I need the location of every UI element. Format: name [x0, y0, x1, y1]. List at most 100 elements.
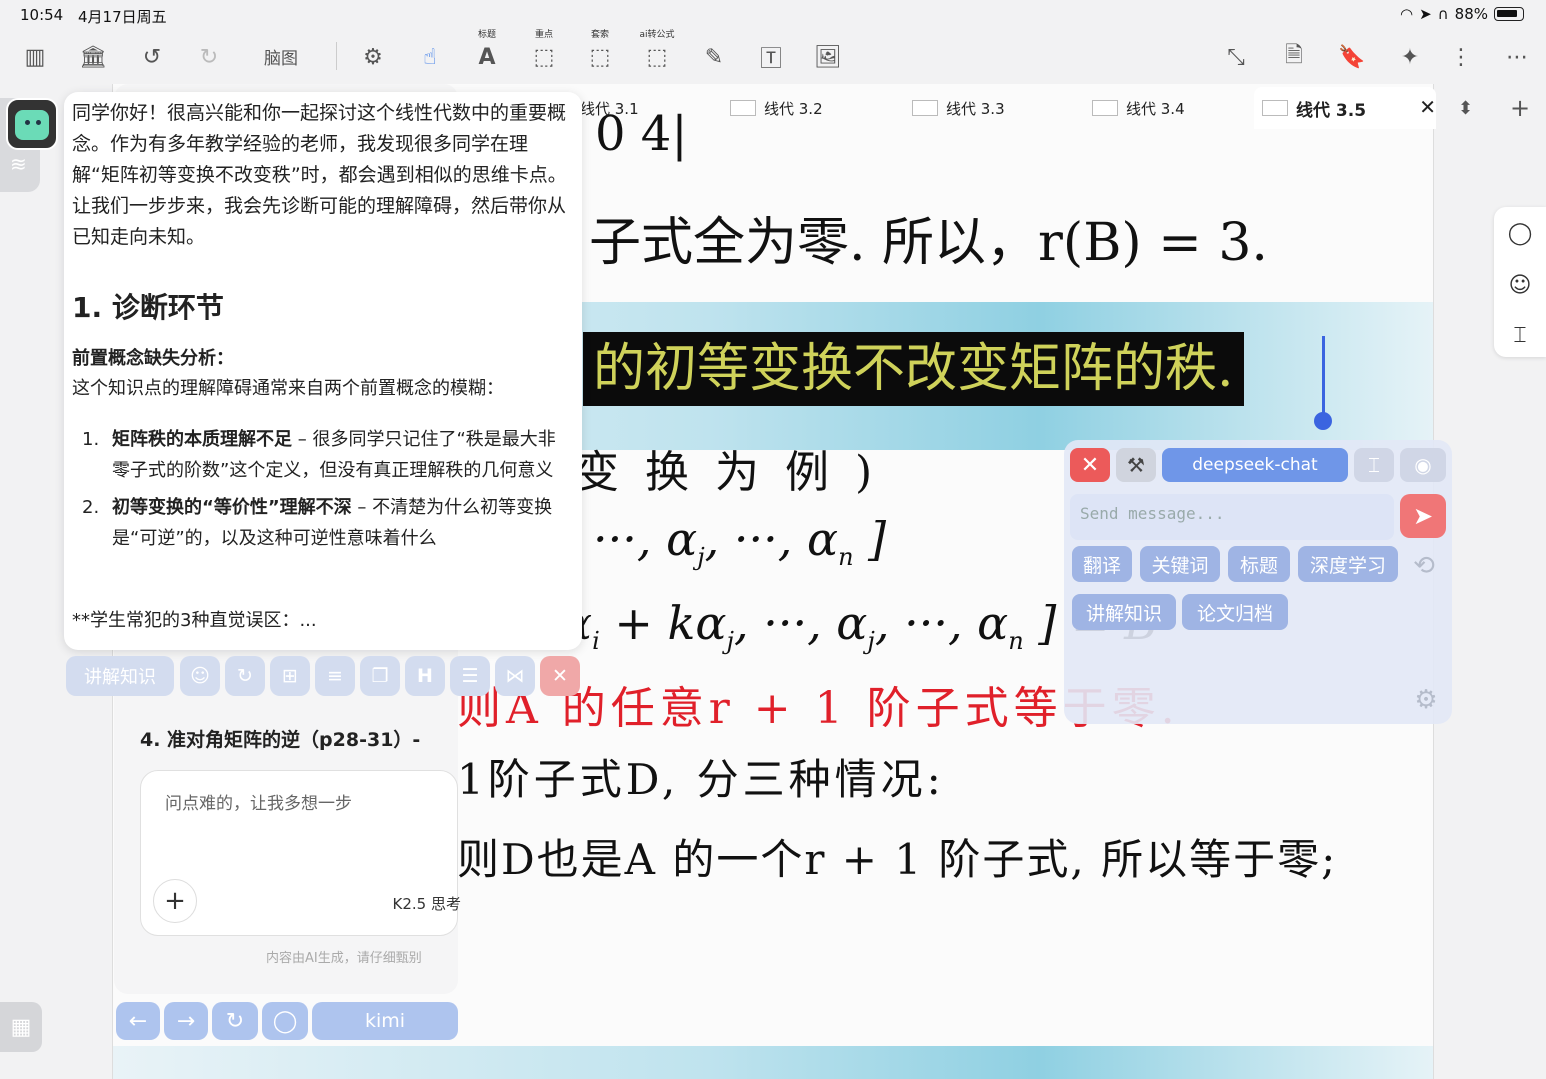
text-scan-icon[interactable]: ⌶ [1506, 321, 1534, 349]
tab-thumbnail [1262, 100, 1288, 116]
lasso-tool-caption: 套索 [590, 30, 610, 40]
eye-icon[interactable]: ◉ [1400, 448, 1446, 482]
mindmap-button[interactable]: 脑图 [264, 44, 298, 69]
answer-subtext: 这个知识点的理解障碍通常来自两个前置概念的模糊： [72, 378, 504, 399]
kimi-nav-bar: ← → ↻ ◯ kimi [114, 1002, 458, 1042]
message-input[interactable]: Send message... [1070, 494, 1394, 540]
chat-bubble-icon[interactable]: ☺ [180, 656, 220, 696]
copy-icon[interactable]: ❐ [360, 656, 400, 696]
toolbar-divider [336, 42, 337, 70]
kimi-input-box[interactable]: 问点难的，让我多想一步 + K2.5 思考 [140, 770, 461, 936]
home-circle-icon[interactable]: ◯ [262, 1002, 308, 1040]
kimi-model-selector[interactable]: K2.5 思考 [393, 893, 461, 914]
mindmap-share-icon[interactable]: ⋈ [495, 656, 535, 696]
answer-intro: 同学你好！很高兴能和你一起探讨这个线性代数中的重要概念。作为有多年教学经验的老师… [72, 102, 567, 248]
text-cursor-handle[interactable] [1314, 412, 1332, 430]
image-icon[interactable]: 🖼 [811, 40, 845, 74]
status-bar: 10:54 4月17日周五 ◠ ➤ ∩ 88% [0, 0, 1546, 30]
close-tab-icon[interactable]: ✕ [1419, 95, 1436, 119]
new-tab-icon[interactable]: + [1510, 87, 1530, 129]
pointer-hand-icon[interactable]: ☝ [413, 40, 447, 74]
collapse-icon[interactable]: ⤡ [1219, 40, 1253, 74]
vector-a-end: ] [853, 512, 887, 566]
list-item: 2. 初等变换的“等价性”理解不深 – 不清楚为什么初等变换是“可逆”的，以及这种… [82, 497, 553, 549]
tools-icon[interactable]: ⚒ [1116, 448, 1156, 482]
doc-line-three-cases: 1阶子式D, 分三种情况: [457, 755, 945, 804]
close-panel-icon[interactable]: ✕ [1070, 448, 1110, 482]
send-icon[interactable]: ➤ [1400, 494, 1446, 538]
back-arrow-icon[interactable]: ← [116, 1002, 160, 1040]
refresh-icon[interactable]: ↻ [225, 656, 265, 696]
kimi-button[interactable]: kimi [312, 1002, 458, 1040]
answer-subheading: 前置概念缺失分析： [72, 348, 234, 369]
wifi-icon: ◠ [1400, 5, 1414, 23]
tab-linear-algebra-3-5[interactable]: 线代 3.5 ✕ [1254, 87, 1436, 129]
translate-chip[interactable]: 翻译 [1072, 546, 1132, 582]
title-tool-caption: 标题 [477, 30, 497, 40]
title-text-tool-icon[interactable]: A [470, 40, 504, 74]
screenshot-scan-icon[interactable]: ⌶ [1354, 448, 1394, 482]
right-tool-rail: ◯ ☺ ⌶ [1494, 207, 1546, 357]
battery-icon [1494, 7, 1524, 21]
tab-thumbnail [730, 100, 756, 116]
reorder-tabs-icon[interactable]: ⬍ [1458, 87, 1473, 129]
ai-formula-select-icon[interactable]: ⬚ [640, 40, 674, 74]
settings-icon[interactable]: ⚙ [1408, 682, 1444, 718]
highlight-select-icon[interactable]: ⬚ [527, 40, 561, 74]
circle-record-icon[interactable]: ◯ [1506, 219, 1534, 247]
kimi-input-placeholder: 问点难的，让我多想一步 [165, 794, 352, 814]
reload-icon[interactable]: ↻ [212, 1002, 258, 1040]
vertical-more-icon[interactable]: ⋮ [1444, 40, 1478, 74]
tab-thumbnail [1092, 100, 1118, 116]
deep-learning-chip[interactable]: 深度学习 [1298, 546, 1398, 582]
lasso-select-icon[interactable]: ⬚ [583, 40, 617, 74]
redo-icon[interactable]: ↻ [192, 40, 226, 74]
status-indicators: ◠ ➤ ∩ 88% [1400, 5, 1524, 23]
doc-line-vector-a: ···, αj, ···, αn ] [593, 512, 886, 571]
bookmark-icon[interactable]: 🔖 [1335, 40, 1369, 74]
add-to-note-icon[interactable]: ⊞ [270, 656, 310, 696]
sidebar-toggle-icon[interactable]: ▥ [18, 40, 52, 74]
pen-icon[interactable]: ✎ [697, 40, 731, 74]
title-chip[interactable]: 标题 [1228, 546, 1290, 582]
vector-a-sub-n: n [838, 543, 854, 572]
ai-robot-avatar[interactable] [6, 98, 58, 150]
tab-linear-algebra-3-4[interactable]: 线代 3.4 [1092, 87, 1185, 129]
highlighted-theorem-title[interactable]: 的初等变换不改变矩阵的秩. [583, 332, 1244, 406]
undo-icon[interactable]: ↺ [135, 40, 169, 74]
vector-b-part3: , ···, α [733, 596, 868, 650]
tab-linear-algebra-3-3[interactable]: 线代 3.3 [912, 87, 1005, 129]
doc-line-example: 变 换 为 例 ) [575, 447, 879, 498]
answer-truncated-line: **学生常犯的3种直觉误区：... [72, 610, 317, 631]
ai-formula-caption: ai转公式 [639, 30, 675, 40]
history-icon[interactable]: ⟲ [1406, 548, 1442, 584]
library-icon[interactable]: 🏛 [76, 40, 110, 74]
paper-archive-chip[interactable]: 论文归档 [1182, 594, 1288, 630]
vector-a-part1: ···, α [593, 512, 698, 566]
explain-knowledge-chip[interactable]: 讲解知识 [1072, 594, 1176, 630]
more-options-icon[interactable]: ⋯ [1500, 40, 1534, 74]
settings-gear-icon[interactable]: ⚙ [356, 40, 390, 74]
apps-grid-icon[interactable]: ▦ [0, 1002, 42, 1052]
explain-knowledge-button[interactable]: 讲解知识 [66, 656, 174, 696]
ai-sparkle-icon[interactable]: ✦ [1393, 40, 1427, 74]
status-time: 10:54 [20, 6, 64, 24]
close-popup-icon[interactable]: ✕ [540, 656, 580, 696]
list-format-icon[interactable]: ☰ [450, 656, 490, 696]
tab-linear-algebra-3-1[interactable]: 线代 3.1 [580, 87, 639, 129]
kimi-conversation-title: 4. 准对角矩阵的逆（p28-31）- [140, 729, 421, 751]
search-document-icon[interactable]: 🗎 [1277, 40, 1311, 74]
keywords-chip[interactable]: 关键词 [1140, 546, 1220, 582]
add-attachment-icon[interactable]: + [153, 879, 197, 923]
model-selector[interactable]: deepseek-chat [1162, 448, 1348, 482]
forward-arrow-icon[interactable]: → [164, 1002, 208, 1040]
vector-b-part4: , ···, α [874, 596, 1009, 650]
text-box-icon[interactable]: 🅃 [754, 40, 788, 74]
heading-icon[interactable]: H [405, 656, 445, 696]
tab-linear-algebra-3-2[interactable]: 线代 3.2 [730, 87, 823, 129]
top-toolbar: ▥ 🏛 ↺ ↻ 脑图 ⚙ ☝ 标题 A 重点 ⬚ 套索 ⬚ ai转公式 ⬚ ✎ … [0, 30, 1546, 84]
robot-assistant-icon[interactable]: ☺ [1506, 271, 1534, 299]
align-text-icon[interactable]: ≡ [315, 656, 355, 696]
ai-explanation-popup[interactable]: 同学你好！很高兴能和你一起探讨这个线性代数中的重要概念。作为有多年教学经验的老师… [64, 92, 582, 650]
layers-icon[interactable]: ≋ [10, 152, 27, 176]
